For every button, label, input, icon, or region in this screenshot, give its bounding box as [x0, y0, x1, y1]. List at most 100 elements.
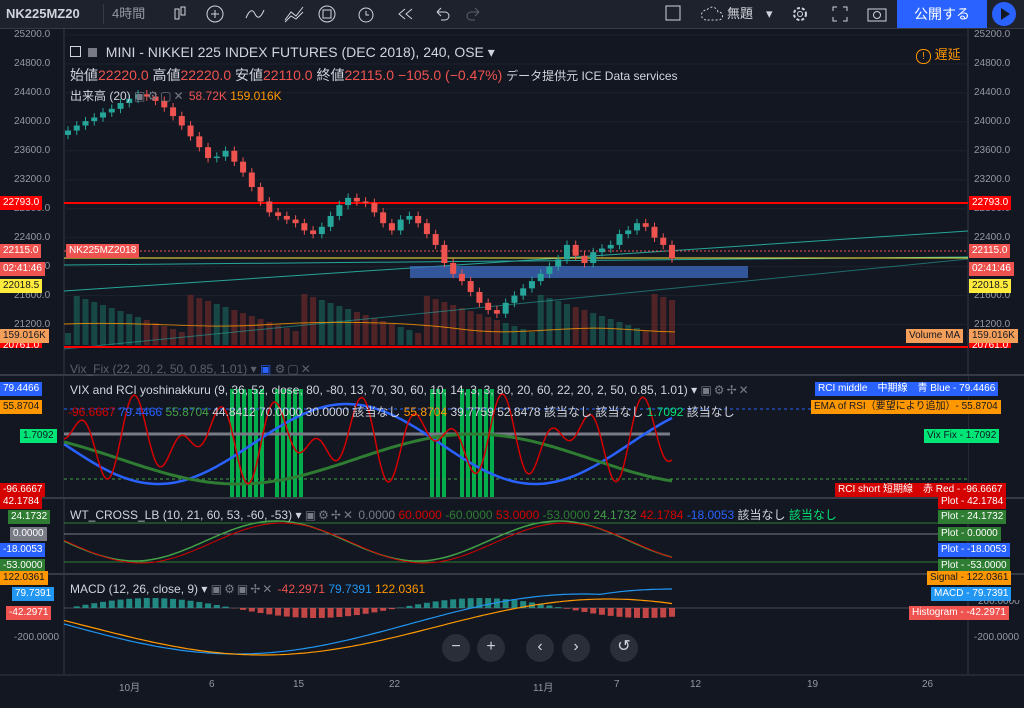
chevron-down-icon[interactable]: ▾ — [201, 582, 207, 596]
volume-bar — [590, 313, 597, 345]
study-controls-icon[interactable]: ▣⚙▣✢✕ — [211, 582, 275, 596]
candle-body — [362, 201, 369, 203]
macd-histogram-bar — [511, 600, 518, 608]
reset-chart-button[interactable]: ↺ — [610, 634, 638, 662]
macd-histogram-bar — [266, 608, 273, 615]
chevron-down-icon[interactable]: ▾ — [691, 383, 697, 397]
price-tick-label: 25200.0 — [974, 29, 1011, 40]
time-tick-label: 10月 — [119, 683, 141, 694]
rci-value: 該当なし — [595, 405, 644, 419]
replay-icon[interactable] — [396, 0, 414, 28]
top-toolbar: NK225MZ20 4時間 無題 ▾ 公開する — [0, 0, 1024, 29]
volume-bar — [528, 332, 535, 345]
zoom-in-button[interactable]: + — [477, 634, 505, 662]
redo-icon[interactable] — [465, 0, 483, 28]
candle-body — [511, 295, 518, 303]
candle-body — [502, 302, 509, 314]
interval-select[interactable]: 4時間 — [112, 0, 145, 28]
macd-histogram-bar — [616, 608, 623, 617]
chevron-down-icon[interactable]: ▾ — [251, 362, 257, 376]
candle-body — [178, 116, 185, 126]
wt-value: 0.0000 — [358, 508, 396, 522]
wt-badge-right: Plot - 24.1732 — [938, 510, 1007, 524]
candle-body — [598, 248, 605, 253]
symbol-search[interactable]: NK225MZ20 — [6, 0, 80, 28]
volume-bar — [546, 298, 553, 345]
macd-histogram-bar — [432, 601, 439, 608]
wt-value: 24.1732 — [593, 508, 637, 522]
study-controls-icon[interactable]: ⚙▢✕ — [275, 362, 313, 376]
compare-plus-icon[interactable] — [205, 0, 225, 28]
candle-body — [397, 219, 404, 231]
macd-histogram-bar — [406, 605, 413, 608]
study-controls-icon[interactable]: ▣⚙✢✕ — [305, 508, 355, 522]
candle-body — [616, 234, 623, 245]
yellow-line-badge-left: 22018.5 — [0, 279, 43, 293]
indicators-icon[interactable] — [244, 0, 266, 28]
time-tick-label: 7 — [614, 679, 620, 690]
templates-icon[interactable] — [316, 0, 338, 28]
volume-bar — [651, 294, 658, 345]
candle-body — [266, 201, 273, 213]
macd-axis-label: -200.0000 — [974, 632, 1020, 643]
fullscreen-icon[interactable] — [830, 0, 850, 28]
volume-bar — [555, 301, 562, 345]
macd-histogram-bar — [441, 600, 448, 608]
zoom-out-button[interactable]: − — [442, 634, 470, 662]
macd-histogram-bar — [362, 608, 369, 614]
macd-histogram-bar — [669, 608, 675, 617]
histogram-badge-right: Histogram - -42.2971 — [909, 606, 1009, 620]
macd-histogram-bar — [581, 608, 588, 612]
layout-name[interactable]: 無題 — [727, 0, 753, 28]
time-tick-label: 6 — [209, 679, 215, 690]
price-tick-label: 23600.0 — [974, 144, 1011, 156]
macd-badge-left: 79.7391 — [12, 587, 55, 601]
play-icon[interactable] — [992, 2, 1016, 26]
ohlc-row: 始値22220.0 高値22220.0 安値22110.0 終値22115.0 … — [70, 65, 678, 85]
publish-button[interactable]: 公開する — [897, 0, 987, 28]
wt-value: -18.0053 — [686, 508, 735, 522]
study-controls-icon[interactable]: ▣⚙✢✕ — [700, 383, 750, 397]
rci-value: 44.8412 — [212, 405, 256, 419]
rci-value: 52.8478 — [497, 405, 541, 419]
candle-body — [485, 302, 492, 311]
scroll-left-button[interactable]: ‹ — [526, 634, 554, 662]
macd-histogram-bar — [336, 608, 343, 617]
macd-axis-label: 200.0000 — [978, 600, 1020, 604]
collapse-icon[interactable] — [70, 46, 81, 57]
candle-body — [467, 281, 474, 292]
macd-histogram-bar — [625, 608, 632, 618]
alert-clock-icon[interactable] — [356, 0, 378, 28]
fullscreen-checkbox-icon[interactable] — [664, 0, 682, 28]
candle-body — [669, 244, 675, 259]
gear-icon[interactable] — [790, 0, 810, 28]
candle-body — [660, 237, 667, 245]
candle-body — [450, 263, 457, 274]
volume-bar — [563, 304, 570, 345]
chevron-down-icon[interactable]: ▾ — [295, 508, 301, 522]
candle-type-icon[interactable] — [172, 0, 188, 28]
volume-bar — [257, 319, 264, 345]
undo-icon[interactable] — [433, 0, 451, 28]
rci-value: 該当なし — [543, 405, 592, 419]
cloud-icon[interactable] — [700, 0, 726, 28]
chevron-down-icon[interactable]: ▾ — [488, 44, 495, 60]
study-controls-icon[interactable]: ▣⚙▢✕ — [134, 89, 186, 103]
macd-histogram-bar — [108, 600, 115, 608]
volume-bar — [108, 308, 115, 345]
financials-icon[interactable] — [283, 0, 305, 28]
macd-value: 79.7391 — [328, 582, 372, 596]
delay-indicator[interactable]: ! 遅延 — [916, 44, 961, 64]
eye-icon[interactable]: ▣ — [260, 362, 271, 376]
macd-histogram-bar — [292, 608, 299, 618]
volume-bar — [493, 320, 500, 345]
camera-icon[interactable] — [866, 0, 888, 28]
candle-body — [205, 147, 212, 159]
candle-body — [520, 288, 527, 296]
candle-body — [353, 197, 360, 202]
candle-body — [406, 215, 413, 220]
macd-histogram-bar — [310, 608, 317, 618]
chevron-down-icon[interactable]: ▾ — [766, 0, 773, 28]
volume-bar — [380, 321, 387, 345]
scroll-right-button[interactable]: › — [562, 634, 590, 662]
